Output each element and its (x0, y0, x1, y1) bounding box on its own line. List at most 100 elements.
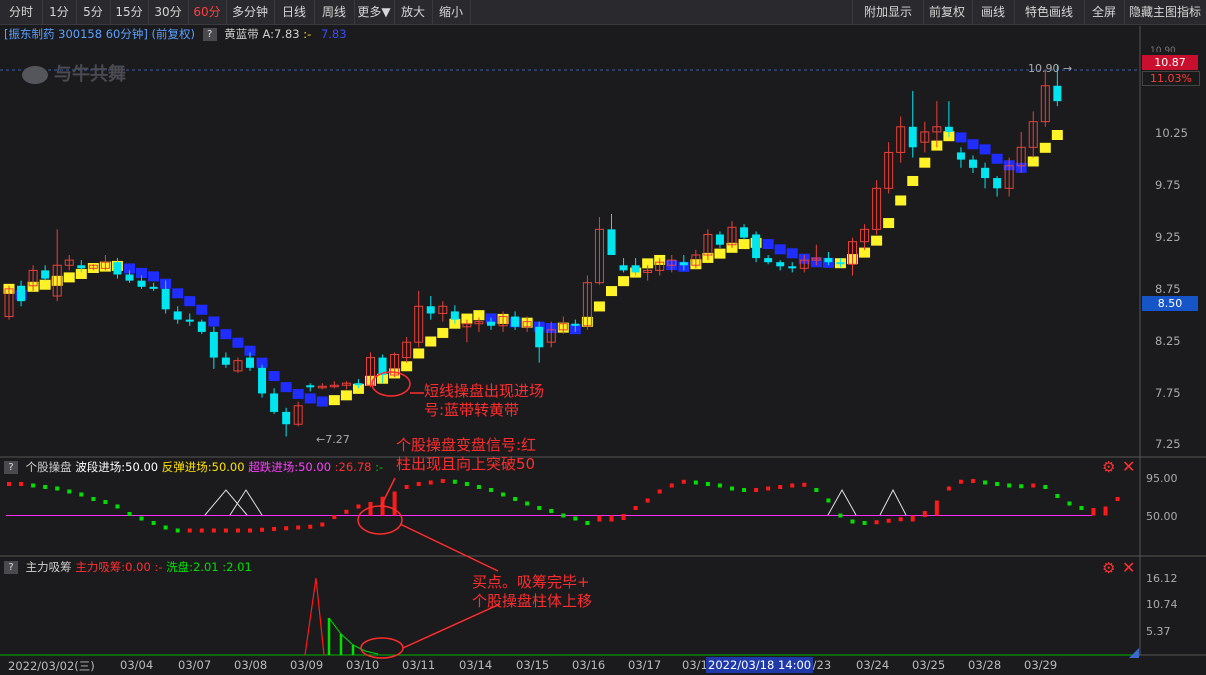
period-button-2[interactable]: 5分 (76, 0, 111, 24)
date-axis-label: 03/04 (120, 658, 154, 672)
indicator-sep: :- (303, 27, 312, 41)
period-button-10[interactable]: 放大 (394, 0, 433, 24)
sub1-dash (260, 527, 265, 532)
tool-button-0[interactable]: 附加显示 (852, 0, 924, 24)
sub1-triangle-marker (229, 489, 263, 516)
tool-button-3[interactable]: 特色画线 (1014, 0, 1085, 24)
sub1-dash (995, 482, 1000, 486)
candle-body (17, 285, 26, 302)
band-segment (618, 276, 630, 287)
sub2-value-4: :2.01 (222, 560, 252, 574)
candle-body (246, 357, 254, 368)
last-price-tag: 10.87 (1142, 55, 1198, 70)
sub2-header: ? 主力吸筹 主力吸筹:0.00 :- 洗盘:2.01 :2.01 (4, 559, 252, 575)
sub1-dash (1115, 497, 1120, 501)
candle-body (824, 258, 833, 263)
sub1-dash (404, 485, 409, 489)
band-segment (196, 304, 208, 315)
price-axis-label: 7.25 (1155, 437, 1181, 451)
candle-body (487, 321, 495, 326)
candle-body (740, 227, 749, 238)
candle-body (426, 306, 435, 314)
sub2-gear-icon[interactable]: ⚙ (1102, 559, 1115, 577)
sub1-dash (43, 485, 48, 489)
sub1-dash (983, 480, 988, 485)
watermark-text: 与牛共舞 (54, 64, 126, 85)
tool-button-1[interactable]: 前复权 (922, 0, 973, 24)
sub1-dash (1067, 501, 1072, 506)
arrow-left-icon: ← (316, 433, 326, 446)
sub1-dash (1031, 483, 1036, 488)
tool-button-2[interactable]: 画线 (972, 0, 1015, 24)
help-button-sub1[interactable]: ? (4, 461, 18, 474)
period-button-7[interactable]: 日线 (274, 0, 315, 24)
candle-body (354, 383, 363, 386)
candle-body (125, 274, 134, 281)
candle-body (173, 311, 182, 320)
sub2-close-icon[interactable]: ✕ (1122, 558, 1135, 577)
tool-button-4[interactable]: 全屏 (1084, 0, 1125, 24)
sub1-name[interactable]: 个股操盘 (26, 460, 72, 474)
date-axis-label: 03/14 (459, 658, 493, 672)
sub1-dash (416, 482, 421, 486)
sub2-name[interactable]: 主力吸筹 (26, 560, 72, 574)
band-segment (220, 329, 232, 340)
period-button-1[interactable]: 1分 (42, 0, 77, 24)
period-button-0[interactable]: 分时 (0, 0, 43, 24)
band-segment (1051, 130, 1063, 140)
sub1-bar (621, 514, 626, 520)
band-segment (208, 316, 220, 327)
period-button-8[interactable]: 周线 (314, 0, 355, 24)
sub1-header: ? 个股操盘 波段进场:50.00 反弹进场:50.00 超跌进场:50.00 … (4, 459, 383, 475)
axis-top-partial: 10.90 (1150, 46, 1176, 52)
candle-body (1053, 85, 1062, 102)
period-button-11[interactable]: 缩小 (432, 0, 471, 24)
sub1-dash (549, 509, 554, 513)
sub1-close-icon[interactable]: ✕ (1122, 457, 1135, 476)
band-segment (63, 272, 75, 283)
period-button-5[interactable]: 60分 (188, 0, 227, 24)
period-button-3[interactable]: 15分 (110, 0, 149, 24)
period-button-6[interactable]: 多分钟 (226, 0, 275, 24)
sub1-dash (802, 482, 807, 487)
watermark-logo-icon (22, 66, 48, 84)
indicator-name[interactable]: 黄蓝带 (224, 27, 259, 41)
sub1-dash (284, 526, 289, 531)
sub1-bar (910, 515, 915, 522)
band-segment (955, 132, 967, 143)
help-button-sub2[interactable]: ? (4, 561, 18, 574)
scroll-corner-icon[interactable] (1129, 648, 1139, 658)
stock-title[interactable]: [振东制药 300158 60分钟] (4, 27, 148, 41)
band-segment (232, 337, 244, 348)
adjust-label: (前复权) (151, 27, 195, 41)
sub1-dash (1007, 483, 1012, 488)
sub1-bar (1091, 508, 1096, 516)
sub1-dash (452, 479, 457, 484)
band-segment (762, 239, 774, 250)
sub1-dash (187, 528, 192, 533)
candle-body (631, 265, 640, 273)
candle-body (619, 265, 628, 271)
band-segment (967, 139, 979, 150)
price-axis-label: 7.75 (1155, 386, 1181, 400)
sub1-dash (235, 528, 240, 533)
annotation-buy-line2: 个股操盘柱体上移 (472, 592, 593, 610)
sub1-dash (211, 528, 216, 533)
sub1-dash (513, 497, 518, 501)
sub1-bar (392, 491, 397, 516)
candle-body (956, 152, 965, 160)
candle-body (511, 316, 520, 327)
band-segment (184, 296, 196, 307)
sub1-gear-icon[interactable]: ⚙ (1102, 458, 1115, 476)
help-button-main[interactable]: ? (202, 28, 217, 41)
arrow-right-icon: → (1063, 62, 1073, 75)
tool-button-5[interactable]: 隐藏主图指标 (1124, 0, 1206, 24)
period-button-4[interactable]: 30分 (148, 0, 189, 24)
price-axis-label: 8.75 (1155, 282, 1181, 296)
sub1-dash (705, 482, 710, 486)
period-button-9[interactable]: 更多▼ (354, 0, 395, 24)
sub1-dash (958, 479, 963, 484)
candle-body (607, 229, 616, 255)
sub2-axis-1: 16.12 (1146, 572, 1178, 585)
sub1-triangle-marker (879, 488, 907, 516)
